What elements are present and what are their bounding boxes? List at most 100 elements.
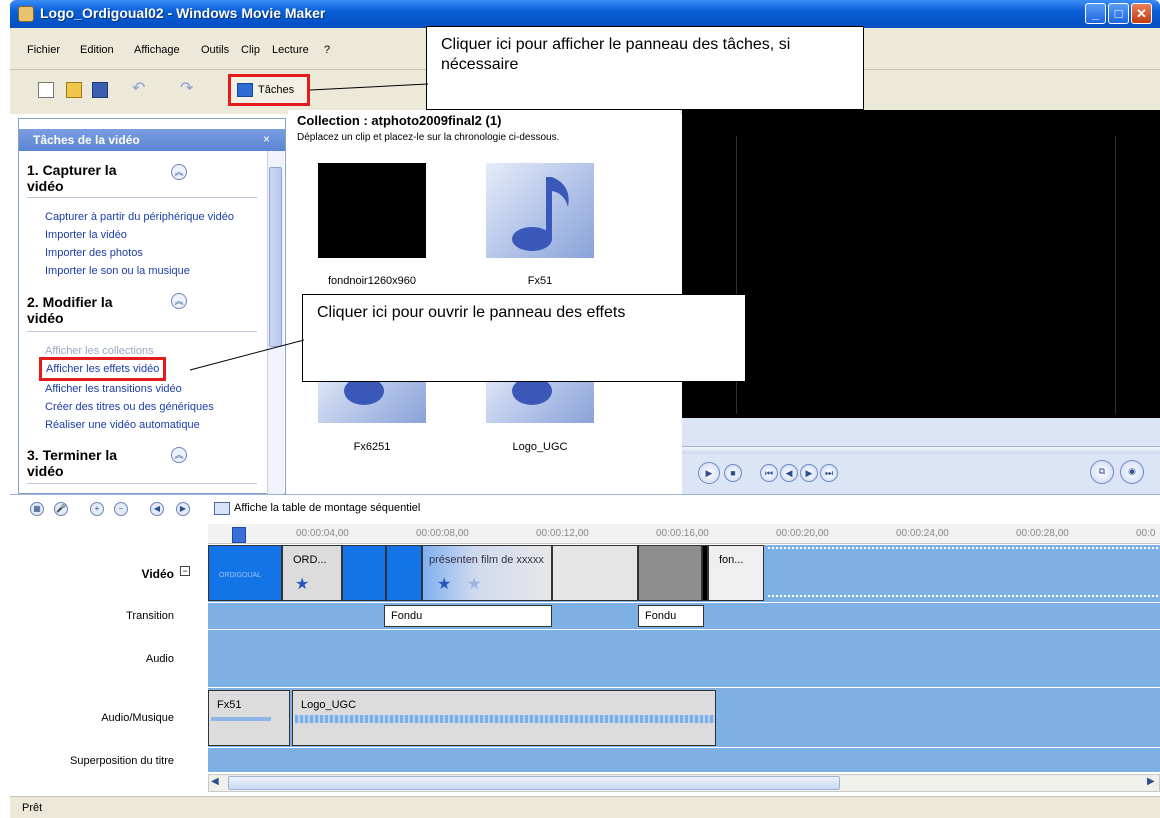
video-clip[interactable]: ORDIGOUAL [208,545,282,601]
time-ruler[interactable]: 00:00:04,00 00:00:08,00 00:00:12,00 00:0… [208,524,1160,544]
window-title: Logo_Ordigoual02 - Windows Movie Maker [40,5,326,21]
app-icon [18,6,34,22]
rewind-icon[interactable]: ◀ [780,464,798,482]
link-create-titles[interactable]: Créer des titres ou des génériques [45,401,214,413]
timeline-scroll-thumb[interactable] [228,776,840,790]
storyboard-grid-icon[interactable]: ▦ [30,502,44,516]
tasks-pane: Tâches de la vidéo × 1. Capturer la vidé… [18,118,286,494]
maximize-button[interactable]: □ [1108,3,1129,24]
forward-icon[interactable]: ▶ [800,464,818,482]
open-project-icon[interactable] [66,82,82,98]
effect-star-icon: ★ [467,576,482,593]
clip-label: Fx51 [527,275,553,287]
storyboard-icon[interactable] [214,502,230,515]
tasks-icon [237,83,253,97]
scroll-right-icon[interactable]: ▶ [1147,776,1155,787]
ruler-tick: 00:0 [1136,528,1156,539]
collapse-edit-icon[interactable]: ︽ [171,293,187,309]
rewind-timeline-icon[interactable]: ◀ [150,502,164,516]
play-icon[interactable]: ▶ [698,462,720,484]
menu-edition[interactable]: Edition [80,44,114,56]
new-project-icon[interactable] [38,82,54,98]
link-import-video[interactable]: Importer la vidéo [45,229,127,241]
previous-frame-icon[interactable]: ⏮ [760,464,778,482]
link-automovie[interactable]: Réaliser une vidéo automatique [45,419,200,431]
menu-fichier[interactable]: Fichier [27,44,60,56]
callout-effects: Cliquer ici pour ouvrir le panneau des e… [302,294,746,382]
playhead[interactable] [232,527,246,543]
link-import-audio[interactable]: Importer le son ou la musique [45,265,190,277]
next-frame-icon[interactable]: ⏭ [820,464,838,482]
audio-clip[interactable]: Fx51 [208,690,290,746]
play-timeline-icon[interactable]: ▶ [176,502,190,516]
music-track[interactable]: Fx51 Logo_UGC [208,688,1160,748]
menu-affichage[interactable]: Affichage [134,44,180,56]
video-clip[interactable] [386,545,422,601]
clip-title: fon... [719,554,744,566]
menu-clip[interactable]: Clip [241,44,260,56]
link-show-collections[interactable]: Afficher les collections [45,345,154,357]
preview-screen [736,136,1116,414]
audio-track[interactable] [208,630,1160,688]
callout-effects-arrow [189,339,305,371]
track-label-transition: Transition [126,610,174,622]
link-show-transitions[interactable]: Afficher les transitions vidéo [45,383,182,395]
split-clip-icon[interactable]: ⧉ [1090,460,1114,484]
redo-icon[interactable]: ↷ [180,81,196,98]
video-track[interactable]: ORDIGOUAL ORD... ★ présenten film de xxx… [208,545,1160,603]
stop-icon[interactable]: ■ [724,464,742,482]
tasks-button-label: Tâches [258,84,295,96]
track-end-marker [768,547,1158,549]
link-show-effects[interactable]: Afficher les effets vidéo [39,357,167,381]
ruler-tick: 00:00:04,00 [296,528,349,539]
clip-title: ORD... [293,554,327,566]
scroll-left-icon[interactable]: ◀ [211,776,219,787]
link-import-photos[interactable]: Importer des photos [45,247,143,259]
tasks-button[interactable]: Tâches [228,74,310,106]
close-button[interactable]: ✕ [1131,3,1152,24]
link-capture-device[interactable]: Capturer à partir du périphérique vidéo [45,211,234,223]
menu-outils[interactable]: Outils [201,44,229,56]
video-clip[interactable] [342,545,386,601]
menu-help[interactable]: ? [324,44,330,56]
track-label-music: Audio/Musique [101,712,174,724]
effect-star-icon: ★ [437,576,452,593]
storyboard-toggle[interactable]: Affiche la table de montage séquentiel [234,502,420,514]
section-finish-title[interactable]: 3. Terminer la vidéo [27,447,147,479]
title-bar: Logo_Ordigoual02 - Windows Movie Maker _… [10,0,1160,28]
clip-title: Logo_UGC [301,699,357,711]
video-clip[interactable] [552,545,638,601]
zoom-out-icon[interactable]: − [114,502,128,516]
transition-track[interactable]: Fondu Fondu [208,603,1160,630]
video-clip[interactable] [638,545,702,601]
transition-clip[interactable]: Fondu [384,605,552,627]
audio-clip[interactable]: Logo_UGC [292,690,716,746]
undo-icon[interactable]: ↶ [132,81,148,98]
save-icon[interactable] [92,82,108,98]
title-overlay-track[interactable] [208,748,1160,773]
clip-label: fondnoir1260x960 [327,275,417,287]
seek-slider[interactable] [682,446,1160,454]
menu-lecture[interactable]: Lecture [272,44,309,56]
collapse-capture-icon[interactable]: ︽ [171,164,187,180]
video-clip[interactable]: présenten film de xxxxx ★ ★ [422,545,552,601]
callout-tasks-arrow [309,83,429,91]
collection-title: Collection : atphoto2009final2 (1) [297,113,502,128]
clip-thumbnail[interactable] [318,163,426,258]
status-bar: Prêt [10,796,1160,818]
section-capture-title[interactable]: 1. Capturer la vidéo [27,162,147,194]
collapse-finish-icon[interactable]: ︽ [171,447,187,463]
music-note-icon[interactable] [486,163,594,258]
section-edit-title[interactable]: 2. Modifier la vidéo [27,294,147,326]
video-clip[interactable]: ORD... ★ [282,545,342,601]
video-clip[interactable]: fon... [708,545,764,601]
tasks-pane-title: Tâches de la vidéo [33,133,140,147]
narrate-icon[interactable]: 🎤 [54,502,68,516]
collapse-video-icon[interactable]: − [180,566,190,576]
zoom-in-icon[interactable]: + [90,502,104,516]
tasks-pane-scroll-thumb[interactable] [269,167,282,347]
minimize-button[interactable]: _ [1085,3,1106,24]
snapshot-icon[interactable]: ◉ [1120,460,1144,484]
tasks-pane-close-icon[interactable]: × [263,132,270,146]
transition-clip[interactable]: Fondu [638,605,704,627]
